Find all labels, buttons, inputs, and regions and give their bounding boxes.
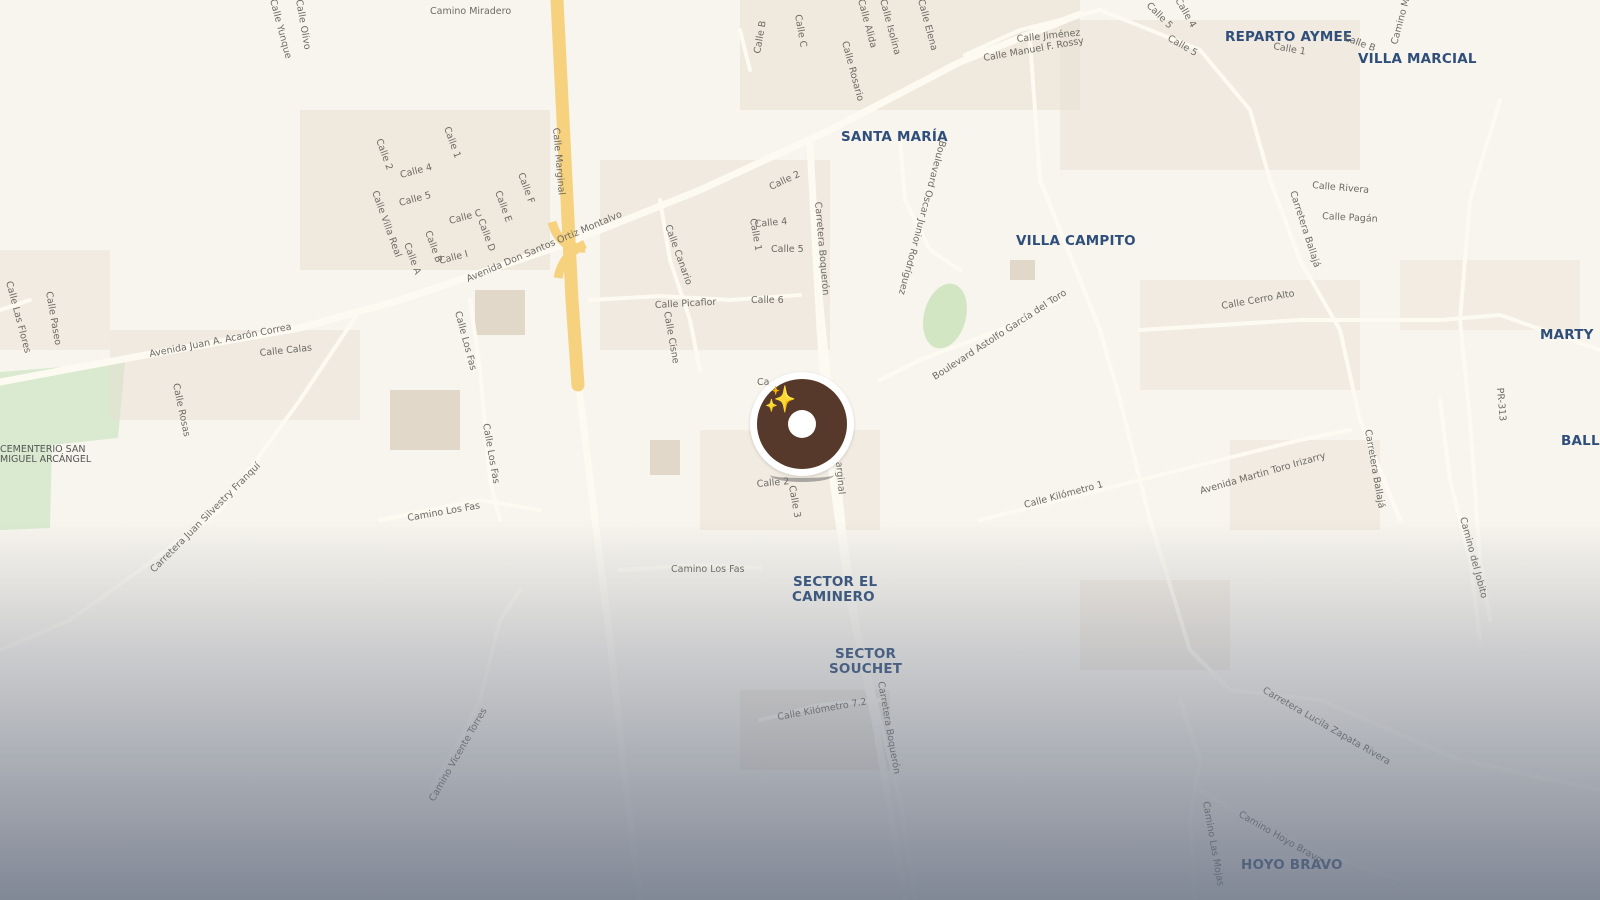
road-camino-vicente: Camino Vicente Torres xyxy=(427,706,490,803)
place-hoyo-bravo: HOYO BRAVO xyxy=(1241,857,1343,873)
road-camino-m: Camino M xyxy=(1389,0,1412,46)
map-canvas[interactable]: SANTA MARÍA REPARTO AYMEE VILLA MARCIAL … xyxy=(0,0,1600,900)
place-balla: BALLA xyxy=(1561,433,1600,449)
place-santa-maria: SANTA MARÍA xyxy=(841,128,948,145)
road-calle-5-mid: Calle 5 xyxy=(771,244,804,255)
place-villa-marcial: VILLA MARCIAL xyxy=(1358,51,1477,67)
road-calle-6-mid: Calle 6 xyxy=(751,295,784,306)
road-carretera-juan: Carretera Juan Silvestry Franquí xyxy=(148,460,263,575)
sparkles-icon: ✨ xyxy=(764,384,797,414)
place-sector-souchet-1: SECTOR xyxy=(835,646,897,662)
road-camino-las-mojas: Camino Las Mojas xyxy=(1200,801,1226,887)
road-calle-rivera: Calle Rivera xyxy=(1312,180,1370,196)
road-calle-yunque: Calle Yunque xyxy=(267,0,294,60)
location-marker[interactable]: ✨ xyxy=(750,372,854,476)
place-cementerio-2: MIGUEL ARCÁNGEL xyxy=(0,453,92,465)
road-camino-miradero: Camino Miradero xyxy=(430,6,511,17)
place-marty: MARTY xyxy=(1540,327,1594,343)
southern-road xyxy=(574,376,644,900)
road-camino-los-fas-1: Camino Los Fas xyxy=(407,500,481,524)
road-calle-km-1: Calle Kilómetro 1 xyxy=(1023,479,1104,511)
road-calle-pagan: Calle Pagán xyxy=(1322,211,1378,225)
marker-center-hole xyxy=(788,410,816,438)
place-sector-el-caminero-1: SECTOR EL xyxy=(793,574,877,590)
place-villa-campito: VILLA CAMPITO xyxy=(1016,233,1136,249)
road-pr-313: PR-313 xyxy=(1494,387,1508,421)
road-calle-los-fas-2: Calle Los Fas xyxy=(480,423,501,485)
place-sector-souchet-2: SOUCHET xyxy=(829,661,903,677)
place-sector-el-caminero-2: CAMINERO xyxy=(792,589,875,605)
road-carretera-ballaja-1: Carretera Ballajá xyxy=(1287,190,1322,269)
road-carretera-lucila: Carretera Lucila Zapata Rivera xyxy=(1261,685,1393,767)
road-calle-olivo: Calle Olivo xyxy=(293,0,313,51)
road-camino-los-fas-2: Camino Los Fas xyxy=(671,564,745,575)
place-reparto-aymee: REPARTO AYMEE xyxy=(1225,29,1352,45)
